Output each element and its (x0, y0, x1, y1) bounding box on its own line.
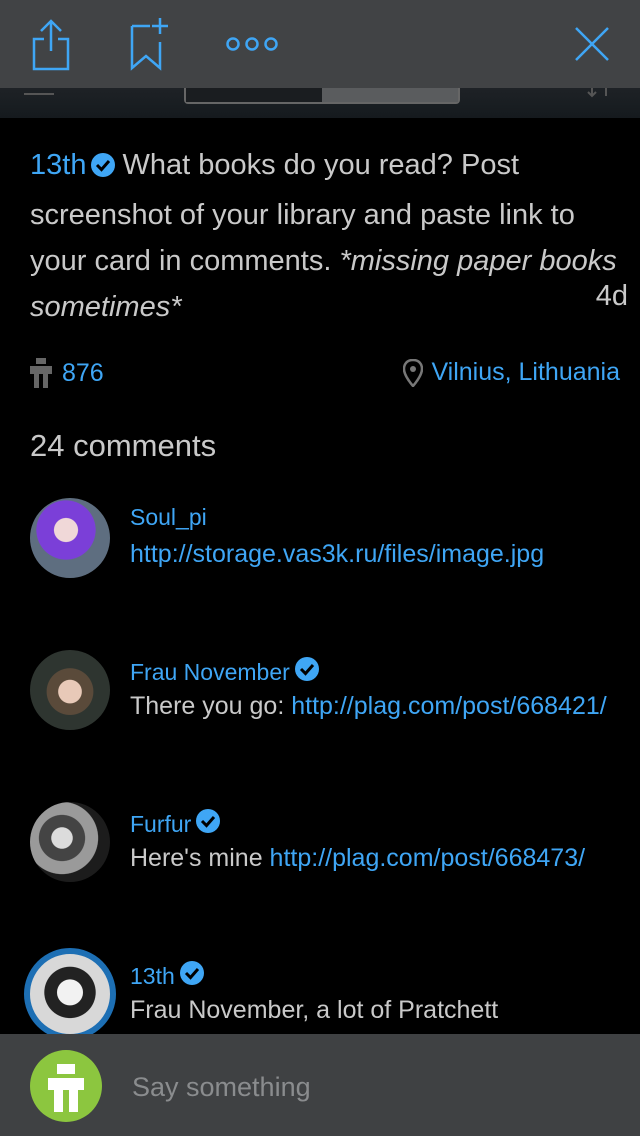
avatar[interactable] (30, 498, 110, 578)
person-icon (48, 1064, 84, 1112)
post-age: 4d (595, 280, 628, 312)
comment-input[interactable] (130, 1066, 614, 1108)
comment-author[interactable]: 13th (130, 960, 211, 992)
share-icon (32, 19, 70, 71)
verified-icon (179, 960, 205, 992)
post-stats: 876 Vilnius, Lithuania (30, 358, 620, 398)
comment-author[interactable]: Frau November (130, 656, 326, 688)
user-avatar[interactable] (30, 1050, 102, 1122)
top-toolbar (0, 0, 640, 88)
share-button[interactable] (24, 14, 78, 74)
location-text: Vilnius, Lithuania (431, 358, 620, 386)
post-body: 13th What books do you read? Post screens… (30, 142, 620, 330)
more-button[interactable] (224, 14, 280, 74)
avatar[interactable] (30, 650, 110, 730)
more-icon (226, 37, 278, 51)
avatar[interactable] (30, 802, 110, 882)
comment-link[interactable]: http://plag.com/post/668473/ (270, 844, 586, 872)
comment-link[interactable]: http://plag.com/post/668421/ (291, 692, 607, 720)
sort-icon (587, 88, 607, 98)
bookmark-add-icon (130, 18, 168, 71)
person-icon (30, 358, 52, 388)
list-icon (24, 93, 54, 95)
verified-icon (195, 808, 221, 840)
location-pin-icon (403, 358, 424, 387)
comment-composer (0, 1034, 640, 1136)
comment-text: There you go: http://plag.com/post/66842… (130, 692, 607, 720)
likes-count: 876 (62, 358, 104, 387)
segmented-control (184, 88, 460, 104)
close-button[interactable] (568, 14, 616, 74)
comment-text: Frau November, a lot of Pratchett (130, 996, 499, 1024)
verified-icon (90, 146, 116, 192)
comment-author[interactable]: Furfur (130, 808, 227, 840)
likes-button[interactable]: 876 (30, 358, 104, 388)
comment-text: Here's mine http://plag.com/post/668473/ (130, 844, 586, 872)
bookmark-add-button[interactable] (124, 14, 172, 74)
post-author[interactable]: 13th (30, 149, 86, 181)
underlying-segmented-control (0, 88, 640, 118)
location-link[interactable]: Vilnius, Lithuania (403, 358, 620, 387)
close-icon (575, 27, 609, 61)
avatar[interactable] (24, 948, 116, 1040)
comment-link[interactable]: http://storage.vas3k.ru/files/image.jpg (130, 540, 544, 568)
comment-text: http://storage.vas3k.ru/files/image.jpg (130, 534, 620, 574)
verified-icon (294, 656, 320, 688)
comment-author[interactable]: Soul_pi (130, 504, 207, 531)
comments-count: 24 comments (30, 428, 217, 463)
